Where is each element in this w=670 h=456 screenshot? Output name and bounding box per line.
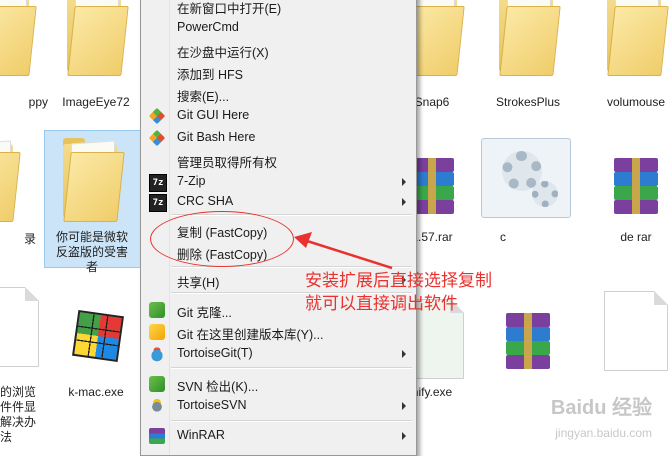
winrar-archive-icon (506, 313, 550, 369)
git-icon (148, 129, 166, 147)
file-item-folder[interactable]: 录 (0, 128, 36, 268)
menu-item-label: Git GUI Here (177, 108, 250, 122)
file-item-folder[interactable]: StrokesPlus (480, 0, 576, 115)
menu-item-label: CRC SHA (177, 194, 234, 208)
menu-item-add-to-hfs[interactable]: 添加到 HFS (141, 61, 416, 83)
7zip-icon: 7z (149, 174, 167, 192)
menu-item-label: 添加到 HFS (177, 68, 243, 82)
menu-item-label: 共享(H) (177, 276, 220, 290)
svn-checkout-icon (149, 376, 165, 392)
submenu-arrow-icon (402, 432, 406, 440)
menu-item-label: SVN 检出(K)... (177, 380, 259, 394)
annotation-line-2: 就可以直接调出软件 (305, 294, 458, 314)
folder-icon (497, 0, 561, 76)
file-item-archive[interactable] (480, 285, 576, 405)
menu-separator (171, 420, 412, 422)
annotation-text: 安装扩展后直接选择复制 就可以直接调出软件 (305, 270, 492, 316)
file-name: StrokesPlus (495, 95, 561, 109)
folder-icon (65, 0, 129, 76)
file-name: c (500, 230, 506, 244)
menu-item-label: WinRAR (177, 428, 225, 442)
menu-item-label: TortoiseSVN (177, 398, 247, 412)
git-init-icon (149, 324, 165, 340)
submenu-arrow-icon (402, 198, 406, 206)
submenu-arrow-icon (402, 178, 406, 186)
file-item-archive[interactable]: de rar (588, 128, 670, 268)
rubiks-cube-icon (69, 307, 124, 363)
menu-item-run-sandboxed[interactable]: 在沙盘中运行(X) (141, 39, 416, 61)
document-icon (604, 291, 668, 371)
submenu-arrow-icon (402, 350, 406, 358)
annotation-line-1: 安装扩展后直接选择复制 (305, 271, 492, 291)
menu-item-take-ownership[interactable]: 管理员取得所有权 (141, 149, 416, 171)
file-item-executable[interactable]: k-mac.exe (48, 285, 144, 405)
file-item-folder[interactable]: volumouse (588, 0, 670, 115)
menu-item-tortoisegit[interactable]: TortoiseGit(T) (141, 343, 416, 365)
file-item-executable[interactable]: c (478, 128, 574, 268)
file-name: k-mac.exe (68, 385, 124, 399)
menu-item-label: 7-Zip (177, 174, 206, 188)
menu-item-powercmd[interactable]: PowerCmd (141, 17, 416, 39)
menu-item-search[interactable]: 搜索(E)... (141, 83, 416, 105)
document-icon (0, 287, 40, 367)
file-item-folder-selected[interactable]: 你可能是微软反盗版的受害者 (44, 130, 140, 274)
menu-item-git-bash[interactable]: Git Bash Here (141, 127, 416, 149)
menu-item-label: PowerCmd (177, 20, 239, 34)
file-name: ImageEye72 (62, 95, 130, 109)
git-clone-icon (149, 302, 165, 318)
menu-separator (171, 367, 412, 369)
file-name: de rar (620, 230, 652, 244)
folder-icon (0, 0, 37, 76)
folder-icon (605, 0, 669, 76)
menu-item-crc-sha[interactable]: 7z CRC SHA (141, 191, 416, 213)
tortoisegit-icon (149, 346, 165, 362)
menu-item-label: Git 克隆... (177, 306, 232, 320)
menu-item-7zip[interactable]: 7z 7-Zip (141, 171, 416, 193)
submenu-arrow-icon (402, 402, 406, 410)
git-icon (148, 107, 166, 125)
file-item-folder[interactable]: ImageEye72 (48, 0, 144, 115)
menu-item-label: Git Bash Here (177, 130, 256, 144)
winrar-archive-icon (614, 158, 658, 214)
menu-item-tortoisesvn[interactable]: TortoiseSVN (141, 395, 416, 417)
file-name: 录 (23, 232, 36, 246)
7zip-icon: 7z (149, 194, 167, 212)
file-name: volumouse (606, 95, 666, 109)
folder-icon (61, 138, 125, 222)
file-name: 你可能是微软反盗版的受害者 (55, 230, 128, 274)
baidu-watermark: Baidu 经验 (550, 397, 652, 419)
baidu-watermark-url: jingyan.baidu.com (555, 426, 652, 440)
file-name: ppy (28, 95, 48, 109)
annotation-ellipse (150, 211, 294, 267)
menu-item-label: 在沙盘中运行(X) (177, 46, 269, 60)
menu-item-label: 在新窗口中打开(E) (177, 2, 282, 16)
menu-item-label: Git 在这里创建版本库(Y)... (177, 328, 324, 342)
tortoisesvn-icon (149, 398, 165, 414)
menu-item-svn-checkout[interactable]: SVN 检出(K)... (141, 373, 416, 395)
file-item-folder[interactable]: ppy (0, 0, 52, 115)
menu-item-open-new-window[interactable]: 在新窗口中打开(E) (141, 0, 416, 17)
file-item-document[interactable] (588, 285, 670, 405)
menu-item-winrar[interactable]: WinRAR (141, 425, 416, 447)
gear-icon (481, 138, 571, 218)
winrar-icon (149, 428, 165, 444)
menu-item-label: 管理员取得所有权 (177, 156, 278, 170)
menu-item-git-gui[interactable]: Git GUI Here (141, 105, 416, 127)
file-name: 的浏览件件显解决办法 (0, 385, 37, 444)
folder-icon (0, 138, 21, 222)
menu-item-git-create-repo[interactable]: Git 在这里创建版本库(Y)... (141, 321, 416, 343)
menu-item-label: 搜索(E)... (177, 90, 230, 104)
menu-item-label: TortoiseGit(T) (177, 346, 253, 360)
file-item-document[interactable]: 的浏览件件显解决办法 (0, 285, 40, 450)
